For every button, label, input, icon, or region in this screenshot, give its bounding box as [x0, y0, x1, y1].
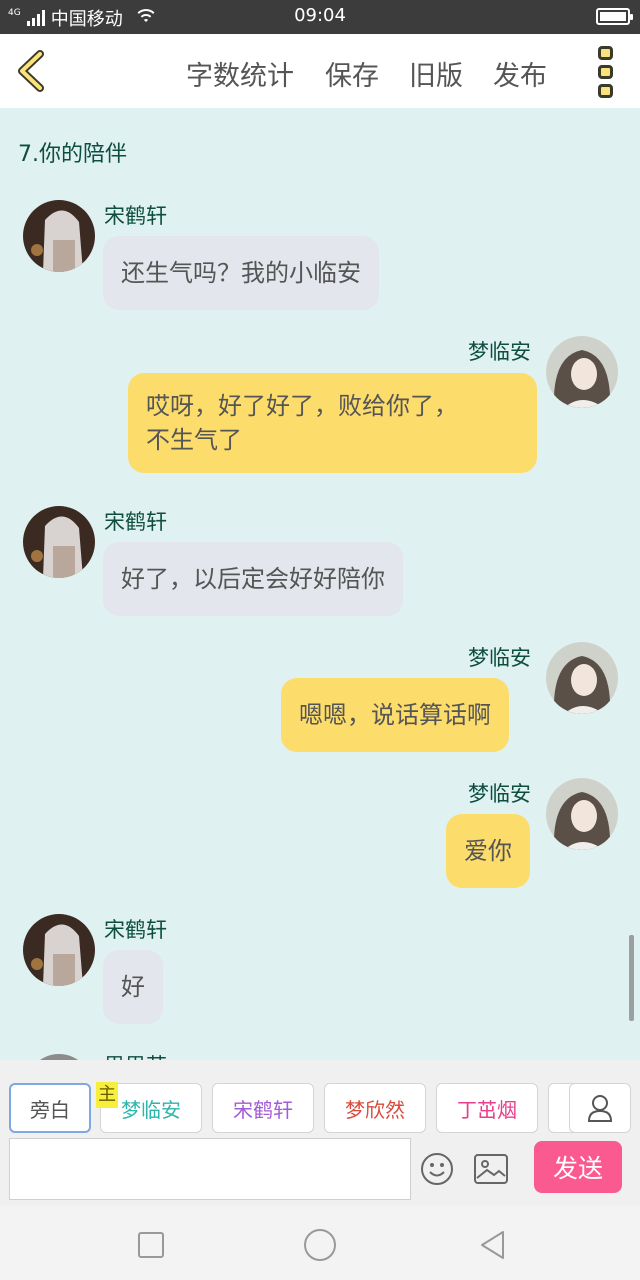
avatar-song-hexuan[interactable]: [23, 914, 95, 986]
role-chip-label: 梦临安: [121, 1097, 181, 1122]
role-chip-song-hexuan[interactable]: 宋鹤轩: [212, 1083, 314, 1133]
signal-icon: [26, 10, 45, 26]
publish-button[interactable]: 发布: [493, 54, 547, 93]
owner-badge: 主: [96, 1082, 118, 1108]
message-bubble[interactable]: 哎呀，好了好了，败给你了， 不生气了: [128, 373, 537, 473]
scrollbar[interactable]: [629, 935, 634, 1021]
image-icon: [474, 1154, 508, 1184]
circle-icon: [304, 1229, 336, 1261]
back-nav-button[interactable]: [477, 1229, 509, 1265]
chapter-title: 7.你的陪伴: [18, 142, 127, 167]
sender-name: 宋鹤轩: [104, 918, 167, 942]
sender-name: 梦临安: [468, 646, 531, 670]
recent-apps-button[interactable]: [137, 1231, 165, 1263]
avatar-song-hexuan[interactable]: [23, 200, 95, 272]
square-icon: [138, 1232, 164, 1258]
back-arrow-icon: [18, 50, 44, 92]
emoji-icon: [421, 1153, 453, 1185]
old-version-button[interactable]: 旧版: [409, 54, 463, 93]
more-icon: [598, 46, 613, 60]
wifi-icon: [133, 9, 158, 27]
message-line: 不生气了: [146, 426, 242, 454]
message-bubble[interactable]: 嗯嗯，说话算话啊: [281, 678, 509, 752]
message-bubble[interactable]: 好: [103, 950, 163, 1024]
editor-toolbar: 字数统计 保存 旧版 发布: [0, 34, 640, 108]
navigation-bar: [0, 1206, 640, 1280]
avatar-meng-linan[interactable]: [546, 336, 618, 408]
compose-panel: 旁白 梦临安 主 宋鹤轩 梦欣然 丁茁烟 发送: [0, 1060, 640, 1206]
triangle-back-icon: [481, 1231, 504, 1259]
role-chip-label: 宋鹤轩: [233, 1097, 293, 1122]
avatar-song-hexuan[interactable]: [23, 506, 95, 578]
role-manage-button[interactable]: [569, 1083, 631, 1133]
role-chip-narrator[interactable]: 旁白: [9, 1083, 91, 1133]
image-button[interactable]: [474, 1154, 508, 1188]
sender-name: 宋鹤轩: [104, 510, 167, 534]
network-type: 4G: [8, 7, 21, 18]
avatar-meng-linan[interactable]: [546, 778, 618, 850]
chat-area[interactable]: 7.你的陪伴 宋鹤轩 还生气吗？我的小临安 梦临安 哎呀，好了好了，败给你了， …: [0, 108, 640, 1060]
home-button[interactable]: [302, 1227, 338, 1267]
carrier-name: 中国移动: [50, 9, 123, 30]
more-button[interactable]: [598, 46, 618, 98]
emoji-button[interactable]: [420, 1152, 454, 1190]
status-bar: 4G 中国移动 09:04: [0, 0, 640, 34]
battery-icon: [596, 8, 633, 25]
message-input[interactable]: [9, 1138, 411, 1200]
role-chip-meng-xinran[interactable]: 梦欣然: [324, 1083, 426, 1133]
back-button[interactable]: [14, 50, 54, 92]
message-line: 哎呀，好了好了，败给你了，: [146, 392, 458, 420]
role-chip-label: 丁茁烟: [457, 1097, 517, 1122]
send-button[interactable]: 发送: [534, 1141, 622, 1193]
partial-message: 思思若: [26, 1050, 640, 1060]
sender-name: 梦临安: [468, 340, 531, 364]
role-chip-ding-zhuoyan[interactable]: 丁茁烟: [436, 1083, 538, 1133]
message-bubble[interactable]: 还生气吗？我的小临安: [103, 236, 379, 310]
role-chip-label: 梦欣然: [345, 1097, 405, 1122]
sender-name: 梦临安: [468, 782, 531, 806]
word-count-button[interactable]: 字数统计: [186, 54, 294, 93]
sender-name: 宋鹤轩: [104, 204, 167, 228]
sender-name-partial: 思思若: [104, 1050, 167, 1060]
message-bubble[interactable]: 爱你: [446, 814, 530, 888]
avatar-meng-linan[interactable]: [546, 642, 618, 714]
message-bubble[interactable]: 好了，以后定会好好陪你: [103, 542, 403, 616]
save-button[interactable]: 保存: [325, 54, 379, 93]
user-icon: [587, 1095, 613, 1122]
